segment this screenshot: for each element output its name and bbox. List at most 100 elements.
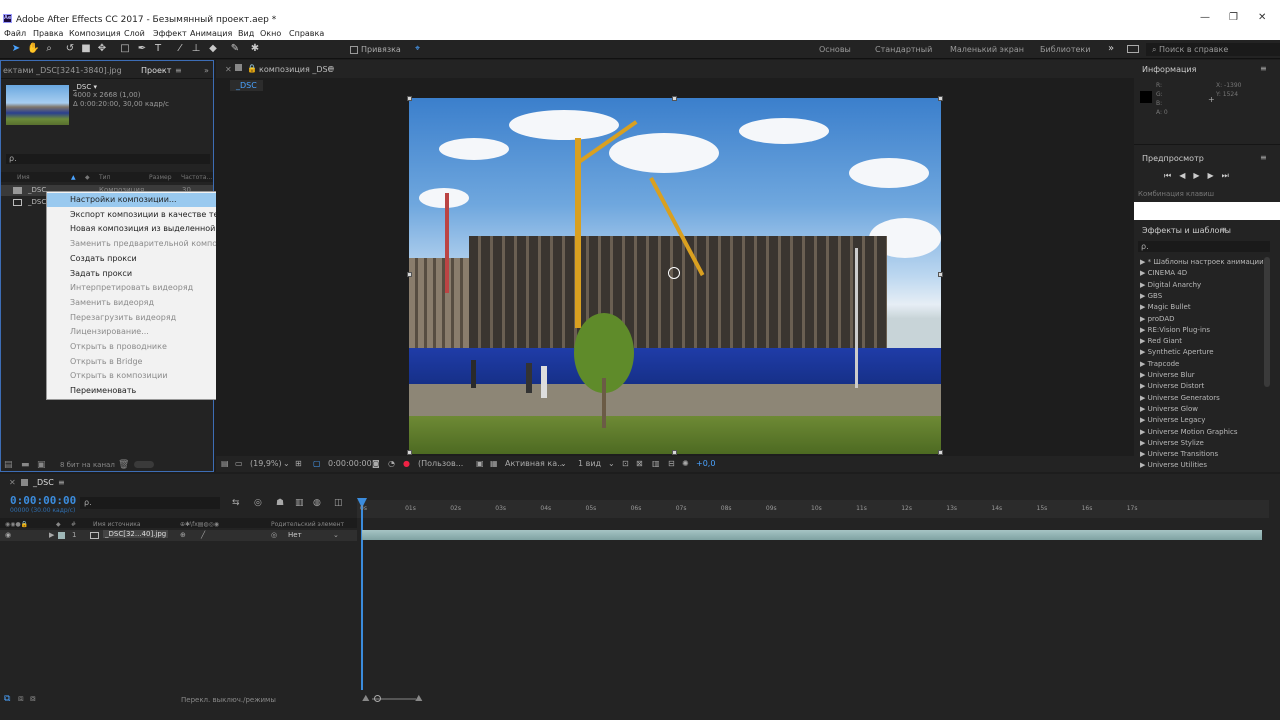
layer-name[interactable]: _DSC[32...40].jpg <box>103 530 169 538</box>
frame-blending-icon[interactable]: ▥ <box>295 498 304 508</box>
twirl-icon[interactable]: ▶ <box>49 531 54 539</box>
effects-category[interactable]: ▶ Red Giant <box>1140 337 1182 345</box>
close-timeline-icon[interactable]: ✕ <box>9 478 16 487</box>
layer-label-swatch[interactable] <box>58 532 65 539</box>
menu-composition[interactable]: Композиция <box>69 29 121 38</box>
maximize-icon[interactable]: ❐ <box>1229 12 1238 23</box>
menu-help[interactable]: Справка <box>289 29 324 38</box>
transform-handle[interactable] <box>938 96 943 101</box>
monitor-icon[interactable]: ▭ <box>235 459 243 468</box>
transform-handle[interactable] <box>407 96 412 101</box>
workspace-small-screen[interactable]: Маленький экран <box>950 45 1024 54</box>
toggle-pixel-aspect-icon[interactable]: ⊡ <box>622 459 629 468</box>
timeline-menu-icon[interactable]: ≡ <box>58 478 65 487</box>
eye-icon[interactable]: ◉ <box>5 531 11 539</box>
camera-tool-icon[interactable]: ■ <box>80 43 92 55</box>
parent-header[interactable]: Родительский элемент <box>271 521 344 528</box>
playback-controls[interactable]: ⏮◀▶▶⏭ <box>1164 171 1237 181</box>
lock-icon[interactable]: 🔒 <box>247 64 257 73</box>
transform-handle[interactable] <box>407 272 412 277</box>
effects-category[interactable]: ▶ Universe Generators <box>1140 394 1220 402</box>
effects-category[interactable]: ▶ Universe Stylize <box>1140 439 1204 447</box>
chevron-down-icon[interactable]: ⌄ <box>560 459 567 468</box>
brush-tool-icon[interactable]: ⁄ <box>174 43 186 55</box>
effects-category[interactable]: ▶ Universe Motion Graphics <box>1140 428 1238 436</box>
composition-flowchart-icon[interactable]: ⇆ <box>232 498 240 508</box>
menu-edit[interactable]: Правка <box>33 29 63 38</box>
workspace-libraries[interactable]: Библиотеки <box>1040 45 1090 54</box>
exposure-value[interactable]: +0,0 <box>696 459 715 468</box>
menu-animation[interactable]: Анимация <box>190 29 232 38</box>
effects-category[interactable]: ▶ Digital Anarchy <box>1140 281 1201 289</box>
col-rate[interactable]: Частота... <box>181 174 212 181</box>
effects-category[interactable]: ▶ Universe Blur <box>1140 371 1195 379</box>
menu-view[interactable]: Вид <box>238 29 254 38</box>
timeline-search-input[interactable]: ρ. <box>80 497 220 509</box>
effects-menu-icon[interactable]: ≡ <box>1220 225 1227 234</box>
puppet-tool-icon[interactable]: ✱ <box>249 43 261 55</box>
views-dropdown[interactable]: 1 вид <box>578 459 601 468</box>
rectangle-tool-icon[interactable]: □ <box>119 43 131 55</box>
effects-category[interactable]: ▶ Trapcode <box>1140 360 1179 368</box>
transform-handle[interactable] <box>672 450 677 455</box>
transform-handle[interactable] <box>938 450 943 455</box>
pickwhip-icon[interactable]: ◎ <box>271 531 277 539</box>
chevron-down-icon[interactable]: ⌄ <box>608 459 615 468</box>
shortcut-dropdown[interactable] <box>1134 202 1280 220</box>
effects-category[interactable]: ▶ Synthetic Aperture <box>1140 348 1214 356</box>
menu-effect[interactable]: Эффект <box>153 29 187 38</box>
comp-subtab[interactable]: _DSC <box>230 80 263 91</box>
timeline-tab[interactable]: _DSC <box>33 478 54 487</box>
col-name[interactable]: Имя <box>17 174 30 181</box>
pan-behind-tool-icon[interactable]: ✥ <box>96 43 108 55</box>
effect-controls-tab[interactable]: ектами _DSC[3241-3840].jpg <box>3 66 122 75</box>
anchor-point-icon[interactable] <box>668 267 680 279</box>
layer-row[interactable]: ◉ ▶ 1 _DSC[32...40].jpg ⊕ ╱ ◎ Нет ⌄ <box>0 530 357 541</box>
region-of-interest-icon[interactable]: ▣ <box>476 459 484 468</box>
zoom-slider-handle[interactable] <box>374 695 381 702</box>
effects-category[interactable]: ▶ * Шаблоны настроек анимации <box>1140 258 1264 266</box>
col-type[interactable]: Тип <box>99 174 111 181</box>
menu-layer[interactable]: Слой <box>124 29 145 38</box>
effects-search-input[interactable]: ρ. <box>1138 241 1270 252</box>
transparency-grid-icon[interactable]: ▦ <box>490 459 498 468</box>
chevron-down-icon[interactable]: ⌄ <box>333 531 339 539</box>
workspace-essentials[interactable]: Основы <box>819 45 851 54</box>
rotate-tool-icon[interactable]: ↺ <box>64 43 76 55</box>
info-menu-icon[interactable]: ≡ <box>1260 64 1267 73</box>
workspace-standard[interactable]: Стандартный <box>875 45 932 54</box>
sort-icon[interactable]: ▲ <box>71 174 76 181</box>
new-composition-icon[interactable]: ▣ <box>37 460 46 470</box>
eraser-tool-icon[interactable]: ◆ <box>207 43 219 55</box>
selection-tool-icon[interactable]: ➤ <box>10 43 22 55</box>
graph-editor-icon[interactable]: ◫ <box>334 498 343 508</box>
effects-category[interactable]: ▶ Universe Transitions <box>1140 450 1218 458</box>
grid-icon[interactable]: ⊞ <box>295 459 302 468</box>
shy-switch-icon[interactable]: ⊕ <box>180 531 186 539</box>
mask-visibility-icon[interactable]: ▢ <box>313 459 321 468</box>
col-size[interactable]: Размер <box>149 174 172 181</box>
bit-depth-label[interactable]: 8 бит на канал <box>60 461 115 469</box>
hand-tool-icon[interactable]: ✋ <box>27 43 39 55</box>
effects-category[interactable]: ▶ proDAD <box>1140 315 1175 323</box>
comp-panel-menu-icon[interactable]: ≡ <box>328 64 335 73</box>
resolution-dropdown[interactable]: (Пользов... <box>418 459 463 468</box>
expand-transfer-controls-icon[interactable]: ⧈ <box>18 694 24 704</box>
snapshot-icon[interactable]: ◙ <box>372 459 380 468</box>
source-name-header[interactable]: Имя источника <box>93 521 141 528</box>
zoom-out-icon[interactable]: ⛰ <box>362 694 370 704</box>
menu-file[interactable]: Файл <box>4 29 26 38</box>
quality-switch-icon[interactable]: ╱ <box>201 531 205 539</box>
pen-tool-icon[interactable]: ✒ <box>136 43 148 55</box>
effects-scrollbar[interactable] <box>1264 257 1270 387</box>
effects-category[interactable]: ▶ GBS <box>1140 292 1162 300</box>
draft-3d-icon[interactable]: ◎ <box>254 498 262 508</box>
expand-timing-icon[interactable]: ⧇ <box>30 694 36 704</box>
composition-viewer[interactable] <box>409 98 941 454</box>
trash-icon[interactable]: 🗑 <box>118 460 129 470</box>
effects-category[interactable]: ▶ Universe Utilities <box>1140 461 1207 469</box>
composition-tab[interactable]: композиция _DSC <box>259 65 333 74</box>
layer-duration-bar[interactable] <box>362 530 1262 540</box>
minimize-icon[interactable]: — <box>1200 12 1210 23</box>
effects-category[interactable]: ▶ Universe Glow <box>1140 405 1198 413</box>
